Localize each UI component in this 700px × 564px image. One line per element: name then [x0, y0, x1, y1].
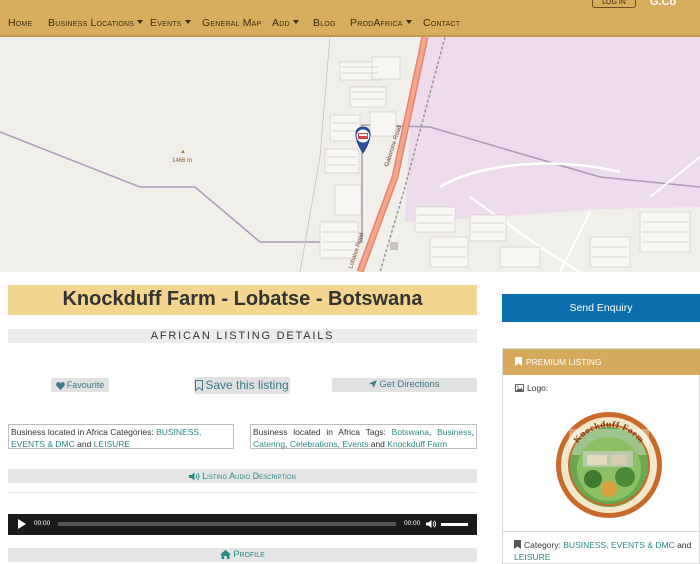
bookmark-icon [514, 540, 521, 549]
nav-item-events[interactable]: Events [150, 17, 191, 29]
profile-header[interactable]: Profile [8, 548, 477, 562]
category-link[interactable]: BUSINESS, EVENTS & DMC [563, 540, 674, 550]
audio-player: 00:00 00:00 [8, 514, 477, 535]
save-listing-button[interactable]: Save this listing [194, 377, 290, 394]
chevron-down-icon [137, 20, 144, 24]
tag-link[interactable]: Knockduff Farm [387, 439, 447, 449]
bookmark-icon [515, 357, 522, 366]
audio-progress-bar[interactable] [58, 522, 396, 526]
section-header: AFRICAN LISTING DETAILS [8, 329, 477, 343]
play-icon[interactable] [18, 519, 26, 529]
business-logo: Knockduff Farm [556, 412, 662, 518]
chevron-down-icon [184, 20, 191, 24]
nav-item-business-locations[interactable]: Business Locations [48, 17, 144, 29]
location-map[interactable]: ▲ 1466 m Gaborone Road Lobatse Road [0, 37, 700, 272]
nav-item-general-map[interactable]: General Map [202, 17, 261, 29]
divider [503, 531, 700, 532]
nav-item-prodafrica[interactable]: ProdAfrica [350, 17, 412, 29]
category-prefix: Category: [524, 540, 561, 550]
top-right-text: G.Co [650, 0, 677, 8]
tags-prefix: Business located in Africa Tags: [253, 427, 386, 437]
svg-text:▲: ▲ [180, 149, 186, 155]
volume-icon [189, 472, 200, 481]
tag-link[interactable]: Events [342, 439, 368, 449]
location-arrow-icon [369, 380, 378, 389]
volume-slider[interactable] [441, 523, 468, 526]
nav-item-blog[interactable]: Blog [313, 17, 336, 29]
nav-item-home[interactable]: Home [8, 17, 32, 29]
logo-label: Logo: [515, 383, 548, 393]
nav-item-contact[interactable]: Contact [423, 17, 460, 29]
top-navigation: LOG IN G.Co Home Business Locations Even… [0, 0, 700, 37]
and-word: and [677, 540, 692, 550]
get-directions-button[interactable]: Get Directions [332, 378, 477, 392]
premium-listing-panel: PREMIUM LISTING Logo: Knockduff Farm Cat… [502, 348, 700, 564]
and-word: and [77, 439, 92, 449]
category-link[interactable]: LEISURE [94, 439, 130, 449]
image-icon [515, 384, 524, 392]
page-title: Knockduff Farm - Lobatse - Botswana [8, 285, 477, 315]
heart-icon [55, 381, 65, 390]
and-word: and [370, 439, 385, 449]
bookmark-icon [195, 380, 204, 392]
audio-description-header[interactable]: Listing Audio Description [8, 469, 477, 483]
chevron-down-icon [292, 20, 299, 24]
tag-link[interactable]: Business [437, 427, 472, 437]
chevron-down-icon [405, 20, 412, 24]
elevation-label: 1466 m [172, 158, 192, 164]
premium-category: Category: BUSINESS, EVENTS & DMC and LEI… [514, 539, 700, 563]
send-enquiry-button[interactable]: Send Enquiry [502, 294, 700, 322]
tag-link[interactable]: Celebrations [290, 439, 338, 449]
favourite-button[interactable]: Favourite [51, 378, 109, 392]
categories-box: Business located in Africa Categories: B… [8, 424, 234, 449]
volume-icon[interactable] [426, 519, 436, 529]
tag-link[interactable]: Catering [253, 439, 285, 449]
duration-time: 00:00 [404, 520, 421, 527]
map-canvas: ▲ 1466 m Gaborone Road Lobatse Road [0, 37, 700, 272]
categories-prefix: Business located in Africa Categories: [11, 427, 154, 437]
premium-listing-header: PREMIUM LISTING [503, 349, 700, 375]
tag-link[interactable]: Botswana [392, 427, 429, 437]
divider [8, 492, 477, 493]
category-link[interactable]: LEISURE [514, 552, 550, 562]
current-time: 00:00 [34, 520, 51, 527]
home-icon [220, 549, 232, 559]
nav-item-add[interactable]: Add [272, 17, 299, 29]
login-button[interactable]: LOG IN [592, 0, 636, 8]
tags-box: Business located in Africa Tags: Botswan… [250, 424, 477, 449]
